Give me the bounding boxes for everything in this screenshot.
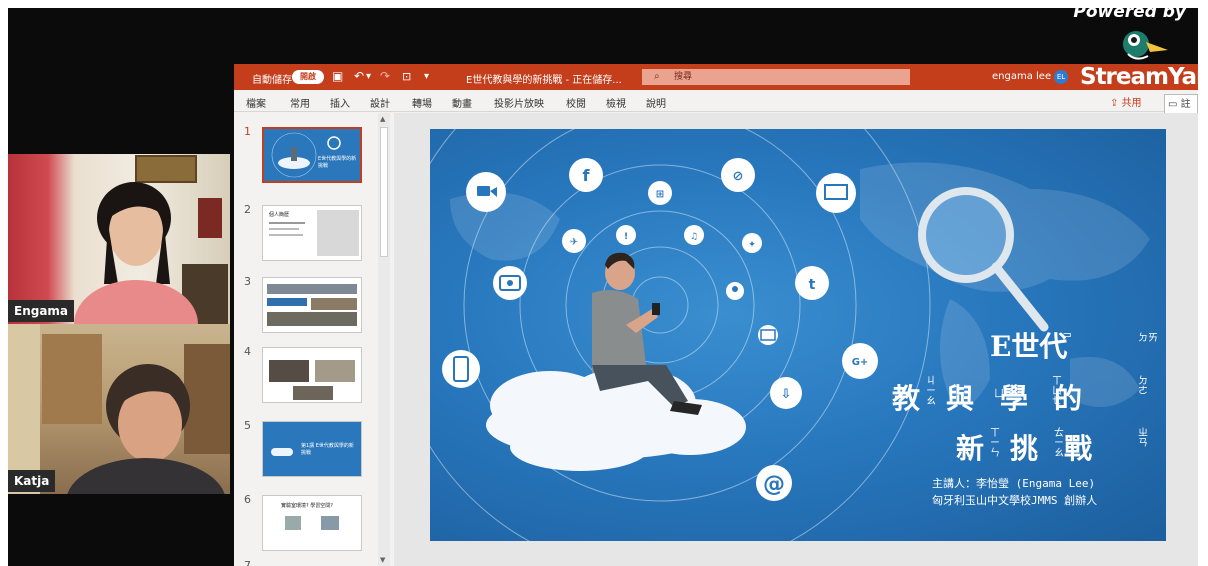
scroll-up-icon[interactable]: ▲	[380, 115, 385, 123]
streamyard-duck-logo	[1123, 31, 1168, 60]
svg-text:@: @	[763, 472, 785, 497]
title-line1-text: E世代	[990, 330, 1068, 363]
thumbnail-slide-4[interactable]	[262, 347, 362, 403]
tab-design[interactable]: 設計	[370, 95, 390, 110]
laptop-icon	[816, 173, 856, 213]
bopomofo-jiao: ㄐㄧㄠ	[926, 376, 936, 407]
thumb-title: 實驗室環境? 學習空間?	[281, 503, 333, 509]
search-input[interactable]: ⌕ 搜尋	[642, 69, 910, 85]
svg-text:♫: ♫	[690, 232, 698, 242]
participant-engama-image	[74, 155, 228, 324]
thumb-title: E世代教與學的新挑戰	[318, 156, 357, 169]
tab-file[interactable]: 檔案	[246, 95, 266, 110]
bopomofo-de: ㄉㄜ	[1138, 376, 1148, 397]
scrollbar-thumb[interactable]	[380, 127, 388, 257]
meeting-stage: Powered by Engama Katja 自動儲存 開啟 ▣ ↶ ▾ ↷ …	[8, 8, 1198, 566]
bopomofo-xue: ㄒㄩㄝ	[1052, 376, 1062, 407]
streamyard-logo-text: StreamYard	[1080, 64, 1198, 90]
svg-text:t: t	[809, 277, 816, 293]
search-icon: ⌕	[654, 71, 660, 82]
share-button[interactable]: ⇪ 共用	[1110, 94, 1142, 109]
slide-school: 匈牙利玉山中文學校JMMS 創辦人	[932, 494, 1098, 507]
thumbnail-slide-1[interactable]: E世代教與學的新挑戰	[262, 127, 362, 183]
powerpoint-window: 自動儲存 開啟 ▣ ↶ ▾ ↷ ⊡ ▾ E世代教與學的新挑戰 - 正在儲存...…	[234, 64, 1198, 566]
bopomofo-dai: ㄉㄞ	[1138, 333, 1158, 344]
slide-title-line1: E世代	[990, 325, 1067, 365]
present-icon[interactable]: ⊡	[402, 70, 411, 83]
participant-katja-image	[8, 324, 230, 494]
title-line3-text: 新挑戰	[956, 432, 1119, 465]
thumb-number: 6	[244, 493, 251, 506]
scroll-down-icon[interactable]: ▼	[380, 556, 385, 564]
autosave-label: 自動儲存	[252, 75, 292, 86]
slide-thumbnail-pane: 1 E世代教與學的新挑戰 2 個人簡歷 3 4 5 第1講 E世代教與學的新挑戰…	[234, 113, 394, 566]
slide-title-line3: 新挑戰	[956, 427, 1118, 467]
participant-name-katja: Katja	[8, 470, 56, 492]
thumb-number: 7	[244, 559, 251, 566]
tab-slideshow[interactable]: 投影片放映	[494, 95, 544, 110]
thumbnail-slide-5[interactable]: 第1講 E世代教與學的新挑戰	[262, 421, 362, 477]
ribbon-tabs: 檔案 常用 插入 設計 轉場 動畫 投影片放映 校閱 檢視 說明 ⇪ 共用 ▭ …	[234, 90, 1198, 126]
powered-by-label: Powered by	[1073, 8, 1186, 22]
slide-presenter: 主講人：李怡瑩 (Engama Lee)	[932, 477, 1096, 490]
thumbnail-slide-3[interactable]	[262, 277, 362, 333]
tab-view[interactable]: 檢視	[606, 95, 626, 110]
svg-text:⊘: ⊘	[733, 169, 744, 184]
svg-text:f: f	[583, 166, 591, 185]
document-title[interactable]: E世代教與學的新挑戰 - 正在儲存...	[466, 71, 622, 86]
tab-home[interactable]: 常用	[290, 95, 310, 110]
search-placeholder: 搜尋	[674, 72, 693, 82]
autosave-toggle[interactable]: 開啟	[292, 70, 324, 84]
tab-transitions[interactable]: 轉場	[412, 95, 432, 110]
thumb-number: 3	[244, 275, 251, 288]
current-slide[interactable]: f ⊘ ⊞ ✈ ! ♫ ✦ t G+ ⇩ @ E世代 ㄕ ㄉㄞ 教與學的 ㄐㄧㄠ…	[430, 129, 1166, 541]
participant-name-engama: Engama	[8, 300, 75, 322]
thumb-number: 1	[244, 125, 251, 138]
tab-help[interactable]: 說明	[646, 95, 666, 110]
svg-text:⊞: ⊞	[656, 189, 664, 200]
share-icon: ⇪	[1110, 98, 1122, 109]
thumbnail-scrollbar[interactable]: ▲ ▼	[378, 113, 390, 566]
thumb-title: 個人簡歷	[269, 212, 290, 218]
ppt-titlebar: 自動儲存 開啟 ▣ ↶ ▾ ↷ ⊡ ▾ E世代教與學的新挑戰 - 正在儲存...…	[234, 64, 1198, 90]
thumbnail-slide-2[interactable]: 個人簡歷	[262, 205, 362, 261]
tab-review[interactable]: 校閱	[566, 95, 586, 110]
user-name[interactable]: engama lee	[992, 71, 1051, 82]
phone-icon	[442, 350, 480, 388]
share-label: 共用	[1121, 98, 1142, 109]
bopomofo-yu: ㄩ	[994, 389, 1004, 400]
tab-animations[interactable]: 動畫	[452, 95, 472, 110]
svg-text:!: !	[624, 232, 628, 242]
thumbnail-slide-6[interactable]: 實驗室環境? 學習空間?	[262, 495, 362, 551]
undo-dropdown-icon[interactable]: ▾	[366, 71, 371, 82]
bopomofo-shi: ㄕ	[1062, 333, 1072, 344]
undo-icon[interactable]: ↶	[354, 69, 364, 83]
bopomofo-xin: ㄒㄧㄣ	[990, 428, 1000, 459]
bopomofo-tiao: ㄊㄧㄠ	[1054, 428, 1064, 459]
user-avatar[interactable]: EL	[1054, 70, 1068, 84]
redo-icon[interactable]: ↷	[380, 69, 390, 83]
tab-insert[interactable]: 插入	[330, 95, 350, 110]
thumb-number: 4	[244, 345, 251, 358]
bopomofo-zhan: ㄓㄢ	[1138, 428, 1148, 449]
participant-video-katja[interactable]: Katja	[8, 324, 230, 494]
comment-icon: ▭	[1168, 99, 1181, 110]
svg-text:⇩: ⇩	[781, 387, 792, 402]
thumb-number: 5	[244, 419, 251, 432]
svg-text:✈: ✈	[570, 237, 578, 248]
participant-video-engama[interactable]: Engama	[8, 154, 230, 324]
customize-toolbar-icon[interactable]: ▾	[424, 71, 429, 82]
thumb-number: 2	[244, 203, 251, 216]
save-icon[interactable]: ▣	[332, 69, 343, 83]
svg-text:G+: G+	[852, 357, 869, 368]
svg-text:✦: ✦	[748, 240, 756, 250]
thumb-title: 第1講 E世代教與學的新挑戰	[301, 443, 354, 456]
